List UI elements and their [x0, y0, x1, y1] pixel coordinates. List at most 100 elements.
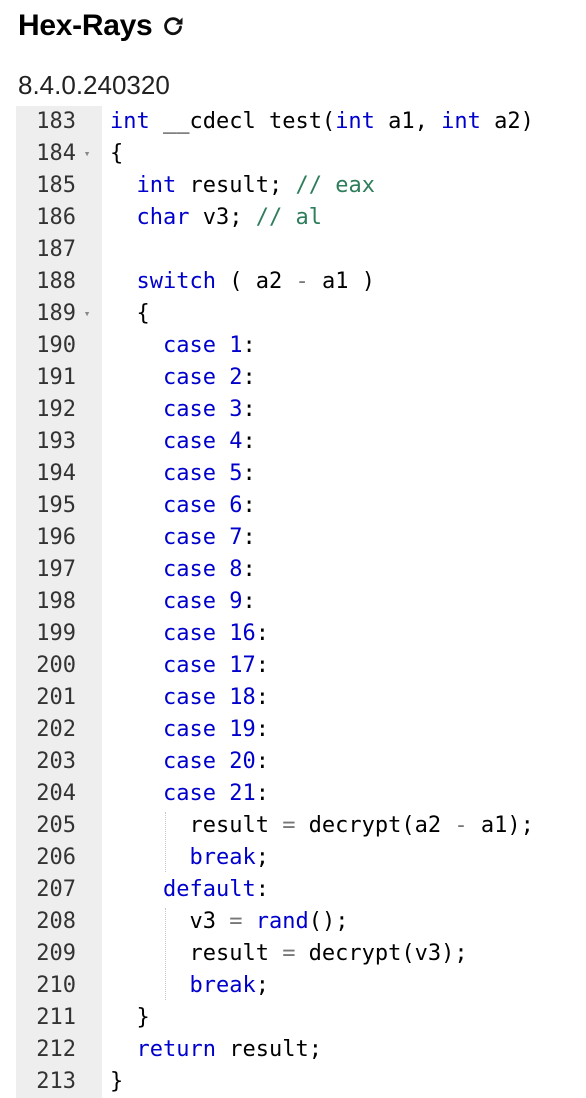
code-keyword: 18	[229, 685, 256, 710]
line-number: 201	[36, 685, 76, 710]
line-number: 189	[36, 301, 76, 326]
code-text: case 7:	[110, 522, 256, 554]
code-token: :	[242, 525, 256, 550]
code-keyword: 19	[229, 717, 256, 742]
code-line: 186 char v3; // al	[16, 202, 586, 234]
code-keyword: 21	[229, 781, 256, 806]
code-editor[interactable]: 183 int __cdecl test(int a1, int a2) 18 4 ▾ {…	[16, 106, 586, 1098]
code-line: 204 case 21:	[16, 778, 586, 810]
code-token: :	[255, 749, 269, 774]
code-keyword: break	[189, 845, 256, 870]
code-line: 203 case 20:	[16, 746, 586, 778]
code-token: decrypt(a2	[295, 813, 455, 838]
code-token: =	[282, 941, 296, 966]
code-line: 192 case 3:	[16, 394, 586, 426]
code-text: case 6:	[110, 490, 256, 522]
line-number: 185	[36, 173, 76, 198]
code-line: 194 case 5:	[16, 458, 586, 490]
code-text: case 2:	[110, 362, 256, 394]
code-token: :	[255, 653, 269, 678]
code-keyword: 8	[229, 557, 243, 582]
line-number: 204	[36, 781, 76, 806]
code-token: :	[242, 333, 256, 358]
code-keyword: int	[335, 109, 375, 134]
code-line: 183 int __cdecl test(int a1, int a2)	[16, 106, 586, 138]
code-keyword: case	[162, 749, 216, 774]
code-keyword: 7	[229, 525, 243, 550]
code-text: return result;	[110, 1034, 322, 1066]
code-line: 197 case 8:	[16, 554, 586, 586]
line-number: 208	[36, 909, 76, 934]
fold-toggle-icon[interactable]: ▾	[80, 138, 94, 170]
code-keyword: case	[162, 365, 216, 390]
code-keyword: case	[162, 429, 216, 454]
code-comment: // al	[255, 205, 322, 230]
line-number: 193	[36, 429, 76, 454]
code-keyword: case	[162, 685, 216, 710]
code-line: 196 case 7:	[16, 522, 586, 554]
indent-guide	[165, 908, 166, 1000]
code-keyword: 3	[229, 397, 243, 422]
code-token: v3	[110, 909, 230, 934]
code-token: a1 )	[308, 269, 375, 294]
code-text: {	[110, 138, 123, 170]
code-keyword: 4	[229, 429, 243, 454]
code-text: char v3; // al	[110, 202, 322, 234]
code-token: result	[110, 813, 283, 838]
line-number: 191	[36, 365, 76, 390]
code-keyword: case	[162, 525, 216, 550]
code-keyword: case	[162, 589, 216, 614]
line-number: 195	[36, 493, 76, 518]
code-keyword: case	[162, 781, 216, 806]
line-number: 196	[36, 525, 76, 550]
code-text: case 4:	[110, 426, 256, 458]
code-token: v3;	[189, 205, 256, 230]
line-number: 190	[36, 333, 76, 358]
code-token: :	[242, 429, 256, 454]
code-line: 213}	[16, 1066, 586, 1098]
code-line: 207 default:	[16, 874, 586, 906]
indent-guide	[165, 812, 166, 872]
code-text: }	[110, 1002, 149, 1034]
refresh-icon[interactable]	[158, 11, 188, 41]
line-number: 209	[36, 941, 76, 966]
line-number: 212	[36, 1037, 76, 1062]
code-token: :	[255, 621, 269, 646]
code-text: }	[110, 1066, 123, 1098]
code-line: 212 return result;	[16, 1034, 586, 1066]
code-line: 199 case 16:	[16, 618, 586, 650]
header: Hex-Rays	[18, 6, 188, 46]
code-token: result	[110, 941, 283, 966]
code-keyword: break	[189, 973, 256, 998]
line-number: 211	[36, 1005, 76, 1030]
code-keyword: 6	[229, 493, 243, 518]
code-keyword: case	[162, 397, 216, 422]
code-keyword: 20	[229, 749, 256, 774]
code-keyword: int	[441, 109, 481, 134]
fold-toggle-icon[interactable]: ▾	[80, 298, 94, 330]
code-keyword: case	[162, 461, 216, 486]
code-text: switch ( a2 - a1 )	[110, 266, 375, 298]
line-number: 210	[36, 973, 76, 998]
code-keyword: rand	[255, 909, 309, 934]
code-token: a2)	[480, 109, 534, 134]
line-number: 198	[36, 589, 76, 614]
code-keyword: 17	[229, 653, 256, 678]
code-keyword: case	[162, 493, 216, 518]
